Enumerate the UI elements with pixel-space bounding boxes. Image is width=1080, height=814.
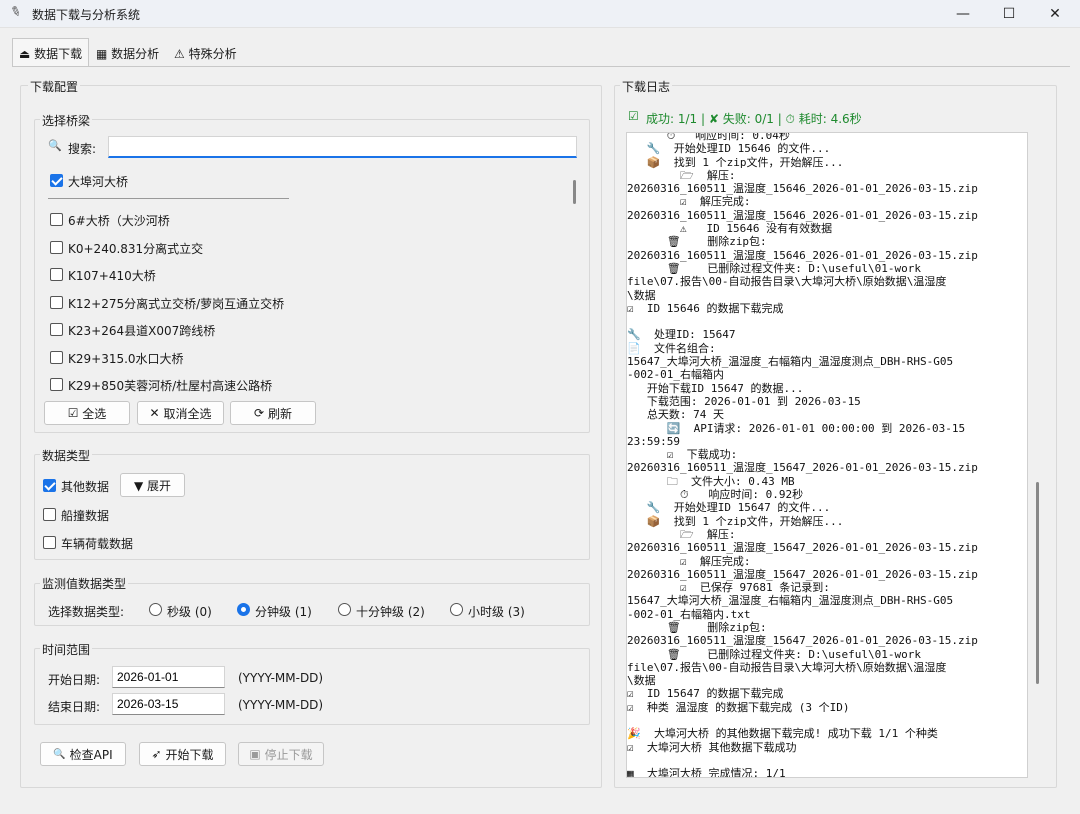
checkbox-bridge-item[interactable] [50, 378, 63, 391]
log-content: ⏱ 响应时间: 0.04秒 🔧 开始处理ID 15646 的文件... 📦 找到… [627, 132, 978, 778]
check-api-button[interactable]: 🔍 检查API [40, 742, 126, 766]
radio-ten-minute-label[interactable]: 十分钟级 (2) [356, 603, 425, 620]
start-download-label: 开始下载 [165, 747, 214, 762]
monitor-type-label: 选择数据类型: [48, 605, 125, 619]
checkbox-bridge-item[interactable] [50, 213, 63, 226]
checkbox-vehicle-data[interactable] [43, 536, 56, 549]
bridge-item-label[interactable]: K23+264县道X007跨线桥 [68, 322, 215, 339]
rocket-icon: ➶ [151, 747, 162, 761]
list-divider [48, 198, 289, 199]
tab-label: 特殊分析 [188, 47, 237, 61]
time-range-title: 时间范围 [40, 641, 93, 658]
expand-label: ▼ 展开 [133, 478, 172, 493]
deselect-all-button[interactable]: ✕ 取消全选 [137, 401, 224, 425]
log-scrollbar[interactable] [1036, 482, 1039, 684]
config-title: 下载配置 [28, 78, 81, 95]
bridge-item-label[interactable]: K29+315.0水口大桥 [68, 350, 184, 367]
bridge-item-label[interactable]: K0+240.831分离式立交 [68, 240, 203, 257]
log-title: 下载日志 [620, 78, 673, 95]
search-icon: 🔍 [53, 748, 66, 760]
stop-download-button[interactable]: ▣ 停止下载 [238, 742, 324, 766]
chart-tab-icon: ▦ [96, 47, 108, 61]
bridge-title: 选择桥梁 [40, 112, 93, 129]
bridge-item-label[interactable]: 6#大桥（大沙河桥 [68, 212, 170, 229]
window-title: 数据下载与分析系统 [32, 8, 141, 22]
monitor-type-title: 监测值数据类型 [40, 575, 129, 592]
checkbox-ship-data[interactable] [43, 508, 56, 521]
status-check-icon: ☑ [628, 109, 639, 123]
search-icon: 🔍 [48, 139, 62, 152]
log-textarea[interactable]: ⏱ 响应时间: 0.04秒 🔧 开始处理ID 15646 的文件... 📦 找到… [626, 132, 1028, 778]
radio-second-label[interactable]: 秒级 (0) [167, 603, 212, 620]
radio-minute-label[interactable]: 分钟级 (1) [255, 603, 312, 620]
ship-data-label[interactable]: 船撞数据 [61, 507, 109, 524]
warning-tab-icon: ⚠ [174, 47, 185, 61]
close-icon: ✕ [1049, 6, 1061, 22]
x-icon: ✕ [149, 406, 160, 420]
maximize-button[interactable]: ☐ [986, 0, 1032, 28]
bridge-item-label[interactable]: K29+850芙蓉河桥/杜屋村高速公路桥 [68, 377, 272, 394]
checkbox-bridge-item[interactable] [50, 323, 63, 336]
search-label: 搜索: [68, 142, 97, 156]
tab-special-analysis[interactable]: ⚠ 特殊分析 [168, 42, 243, 66]
radio-hour-label[interactable]: 小时级 (3) [468, 603, 525, 620]
end-date-label: 结束日期: [48, 700, 101, 714]
top-bridge-label[interactable]: 大埠河大桥 [68, 173, 128, 190]
bridge-item-label[interactable]: K12+275分离式立交桥/萝岗互通立交桥 [68, 295, 284, 312]
refresh-button[interactable]: ⟳ 刷新 [230, 401, 316, 425]
radio-hour[interactable] [450, 603, 463, 616]
select-all-button[interactable]: ☑ 全选 [44, 401, 130, 425]
tab-label: 数据下载 [34, 47, 83, 61]
checkbox-other-data[interactable] [43, 479, 56, 492]
minimize-icon: — [956, 6, 970, 22]
tab-divider [12, 66, 1070, 67]
checkbox-top-bridge[interactable] [50, 174, 63, 187]
start-download-button[interactable]: ➶ 开始下载 [139, 742, 226, 766]
vehicle-data-label[interactable]: 车辆荷载数据 [61, 535, 133, 552]
refresh-label: 刷新 [267, 406, 292, 421]
check-icon: ☑ [67, 406, 79, 420]
checkbox-bridge-item[interactable] [50, 296, 63, 309]
refresh-icon: ⟳ [254, 406, 265, 420]
stop-icon: ▣ [249, 747, 261, 761]
check-api-label: 检查API [69, 747, 113, 762]
select-all-label: 全选 [82, 406, 107, 421]
checkbox-bridge-item[interactable] [50, 268, 63, 281]
radio-second[interactable] [149, 603, 162, 616]
start-date-label: 开始日期: [48, 673, 101, 687]
data-type-title: 数据类型 [40, 447, 93, 464]
tab-data-download[interactable]: ⏏ 数据下载 [12, 38, 90, 66]
tab-data-analysis[interactable]: ▦ 数据分析 [90, 42, 165, 66]
tab-label: 数据分析 [111, 47, 160, 61]
radio-minute[interactable] [237, 603, 250, 616]
download-tab-icon: ⏏ [19, 47, 31, 61]
search-input[interactable] [108, 136, 577, 158]
title-bar: ✎ 数据下载与分析系统 — ☐ ✕ [0, 0, 1080, 28]
deselect-all-label: 取消全选 [163, 406, 212, 421]
bridge-list-scrollbar[interactable] [573, 180, 576, 204]
radio-ten-minute[interactable] [338, 603, 351, 616]
maximize-icon: ☐ [1002, 6, 1016, 22]
start-date-format: (YYYY-MM-DD) [238, 671, 324, 685]
expand-button[interactable]: ▼ 展开 [120, 473, 185, 497]
status-summary: 成功: 1/1 | ✘ 失败: 0/1 | ⏱ 耗时: 4.6秒 [646, 112, 862, 126]
checkbox-bridge-item[interactable] [50, 351, 63, 364]
close-button[interactable]: ✕ [1032, 0, 1078, 28]
stop-download-label: 停止下载 [264, 747, 313, 762]
minimize-button[interactable]: — [940, 0, 986, 28]
end-date-format: (YYYY-MM-DD) [238, 698, 324, 712]
other-data-label[interactable]: 其他数据 [61, 478, 109, 495]
feather-app-icon: ✎ [7, 3, 24, 22]
bridge-item-label[interactable]: K107+410大桥 [68, 267, 156, 284]
start-date-input[interactable] [112, 666, 225, 688]
checkbox-bridge-item[interactable] [50, 241, 63, 254]
end-date-input[interactable] [112, 693, 225, 715]
status-strip [0, 802, 1080, 814]
